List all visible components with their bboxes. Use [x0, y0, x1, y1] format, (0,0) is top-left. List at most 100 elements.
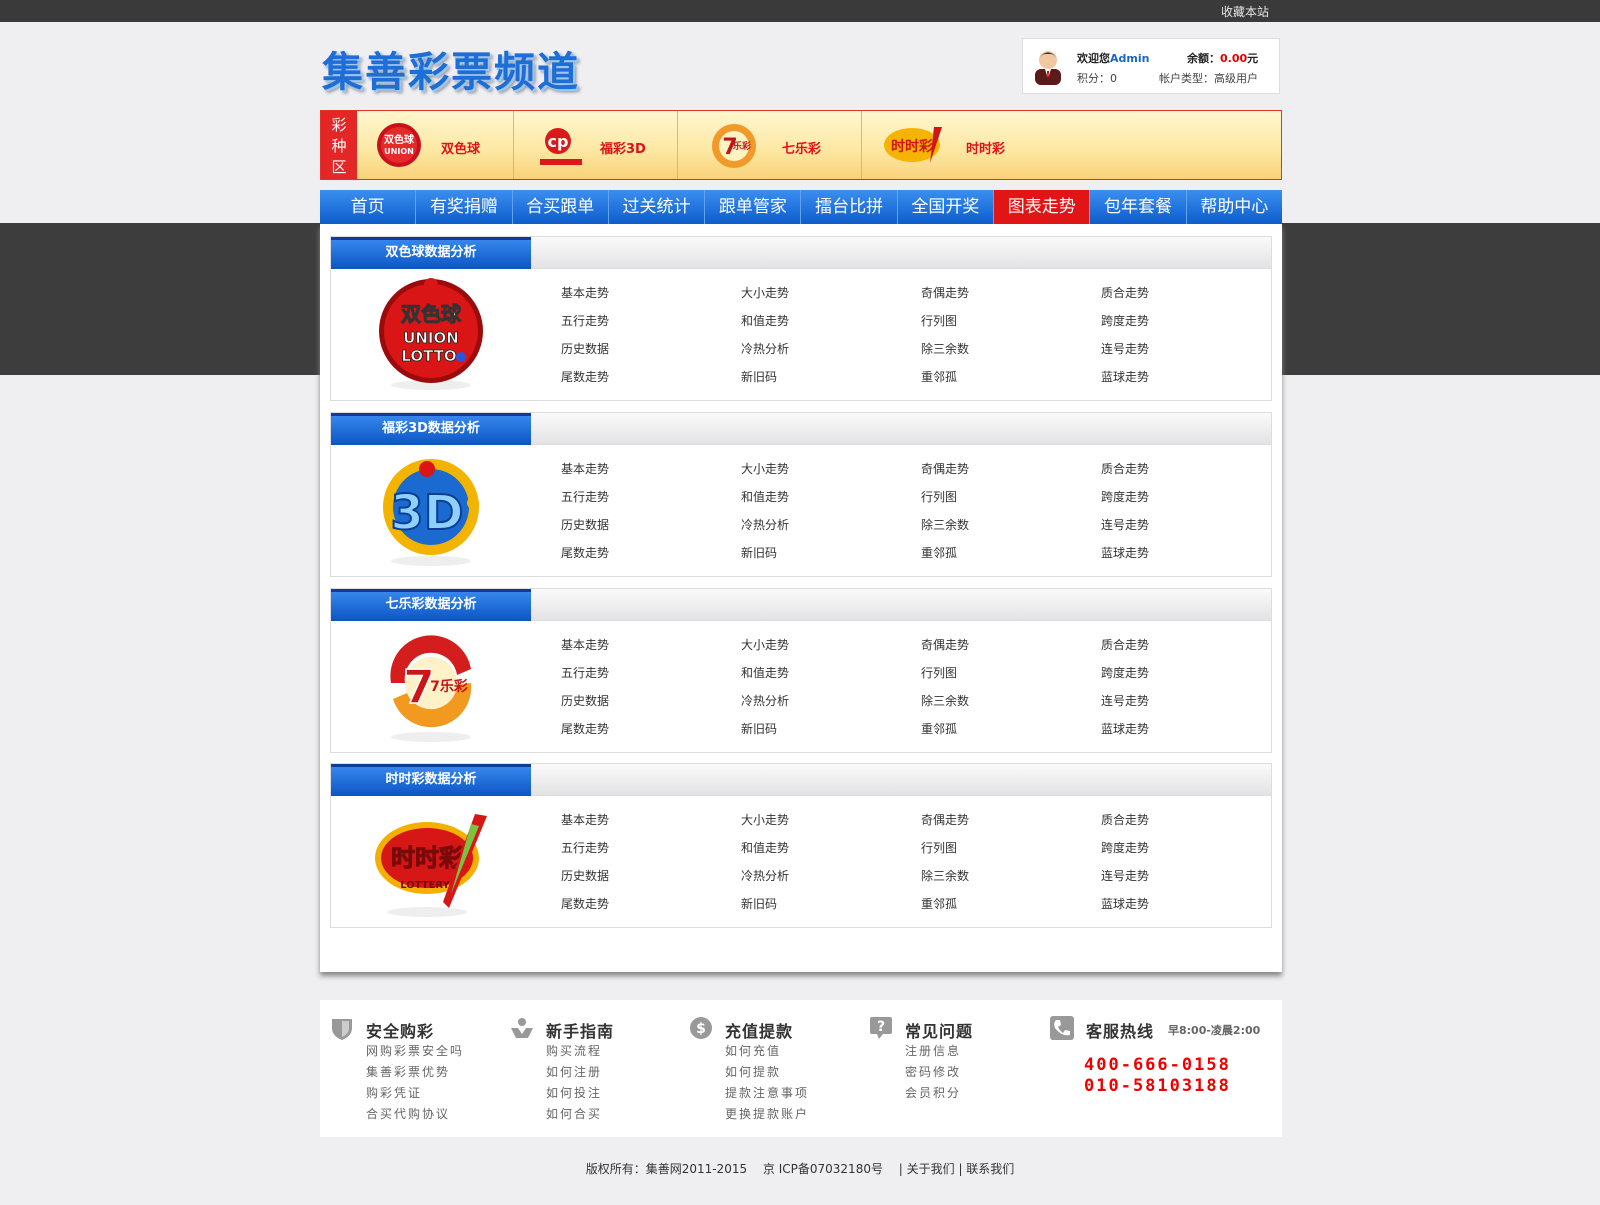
footer-link[interactable]: 密码修改: [905, 1063, 961, 1080]
link[interactable]: 基本走势: [561, 460, 609, 477]
nav-item-contest[interactable]: 擂台比拼: [801, 190, 898, 224]
footer-link[interactable]: 会员积分: [905, 1084, 961, 1101]
footer-link[interactable]: 如何注册: [546, 1063, 602, 1080]
link[interactable]: 行列图: [921, 839, 957, 856]
link[interactable]: 大小走势: [741, 460, 789, 477]
link[interactable]: 大小走势: [741, 284, 789, 301]
union-lotto-icon: 双色球 UNION: [377, 123, 421, 167]
link[interactable]: 新旧码: [741, 720, 777, 737]
user-name[interactable]: Admin: [1110, 52, 1149, 65]
lottery-item-union[interactable]: 双色球 UNION 双色球: [357, 111, 514, 179]
link[interactable]: 跨度走势: [1101, 664, 1149, 681]
link[interactable]: 跨度走势: [1101, 488, 1149, 505]
link[interactable]: 冷热分析: [741, 867, 789, 884]
link[interactable]: 历史数据: [561, 340, 609, 357]
nav-item-home[interactable]: 首页: [320, 190, 417, 224]
link[interactable]: 连号走势: [1101, 692, 1149, 709]
link[interactable]: 质合走势: [1101, 636, 1149, 653]
link[interactable]: 蓝球走势: [1101, 544, 1149, 561]
balance-unit: 元: [1247, 52, 1259, 65]
link[interactable]: 历史数据: [561, 867, 609, 884]
link[interactable]: 连号走势: [1101, 516, 1149, 533]
link[interactable]: 和值走势: [741, 488, 789, 505]
link[interactable]: 大小走势: [741, 636, 789, 653]
link[interactable]: 奇偶走势: [921, 811, 969, 828]
link[interactable]: 尾数走势: [561, 720, 609, 737]
link[interactable]: 历史数据: [561, 516, 609, 533]
link[interactable]: 蓝球走势: [1101, 895, 1149, 912]
link[interactable]: 和值走势: [741, 312, 789, 329]
link[interactable]: 奇偶走势: [921, 284, 969, 301]
link[interactable]: 除三余数: [921, 340, 969, 357]
footer-link[interactable]: 如何投注: [546, 1084, 602, 1101]
link[interactable]: 冷热分析: [741, 692, 789, 709]
link[interactable]: 新旧码: [741, 544, 777, 561]
link[interactable]: 连号走势: [1101, 340, 1149, 357]
copyright: 版权所有：集善网2011-2015 京 ICP备07032180号 | 关于我们…: [585, 1162, 1015, 1176]
site-logo[interactable]: 集善彩票频道: [322, 38, 580, 98]
link[interactable]: 质合走势: [1101, 460, 1149, 477]
link[interactable]: 五行走势: [561, 839, 609, 856]
link[interactable]: 重邻孤: [921, 544, 957, 561]
link[interactable]: 大小走势: [741, 811, 789, 828]
link[interactable]: 冷热分析: [741, 516, 789, 533]
link[interactable]: 重邻孤: [921, 895, 957, 912]
link[interactable]: 和值走势: [741, 664, 789, 681]
nav-item-annual[interactable]: 包年套餐: [1090, 190, 1187, 224]
nav-item-group-buy[interactable]: 合买跟单: [513, 190, 609, 224]
footer-link[interactable]: 如何充值: [725, 1042, 781, 1059]
lottery-item-3d[interactable]: cp 福彩3D: [514, 111, 678, 179]
link[interactable]: 跨度走势: [1101, 839, 1149, 856]
link[interactable]: 除三余数: [921, 692, 969, 709]
link[interactable]: 重邻孤: [921, 720, 957, 737]
lottery-item-7le[interactable]: 7 乐彩 七乐彩: [678, 111, 862, 179]
footer-link[interactable]: 网购彩票安全吗: [366, 1042, 464, 1059]
link[interactable]: 历史数据: [561, 692, 609, 709]
nav-item-help[interactable]: 帮助中心: [1187, 190, 1282, 224]
link[interactable]: 蓝球走势: [1101, 720, 1149, 737]
footer-link[interactable]: 更换提款账户: [725, 1105, 809, 1122]
lottery-item-ssc[interactable]: 时时彩 时时彩: [862, 111, 1282, 179]
link[interactable]: 除三余数: [921, 516, 969, 533]
nav-item-stats[interactable]: 过关统计: [609, 190, 706, 224]
footer-link[interactable]: 合买代购协议: [366, 1105, 450, 1122]
footer-link[interactable]: 如何合买: [546, 1105, 602, 1122]
footer-link[interactable]: 注册信息: [905, 1042, 961, 1059]
logo-sub: UNION: [403, 329, 459, 347]
link[interactable]: 冷热分析: [741, 340, 789, 357]
link[interactable]: 基本走势: [561, 284, 609, 301]
link[interactable]: 新旧码: [741, 368, 777, 385]
link[interactable]: 蓝球走势: [1101, 368, 1149, 385]
link[interactable]: 尾数走势: [561, 544, 609, 561]
link[interactable]: 尾数走势: [561, 895, 609, 912]
link[interactable]: 除三余数: [921, 867, 969, 884]
link[interactable]: 奇偶走势: [921, 460, 969, 477]
footer-link[interactable]: 如何提款: [725, 1063, 781, 1080]
nav-item-charts[interactable]: 图表走势: [994, 190, 1091, 224]
link[interactable]: 连号走势: [1101, 867, 1149, 884]
footer-link[interactable]: 提款注意事项: [725, 1084, 809, 1101]
link[interactable]: 行列图: [921, 488, 957, 505]
footer-link[interactable]: 购彩凭证: [366, 1084, 422, 1101]
link[interactable]: 尾数走势: [561, 368, 609, 385]
footer-link[interactable]: 购买流程: [546, 1042, 602, 1059]
link[interactable]: 五行走势: [561, 488, 609, 505]
nav-item-results[interactable]: 全国开奖: [898, 190, 995, 224]
link[interactable]: 质合走势: [1101, 284, 1149, 301]
link[interactable]: 奇偶走势: [921, 636, 969, 653]
link[interactable]: 跨度走势: [1101, 312, 1149, 329]
link[interactable]: 五行走势: [561, 312, 609, 329]
link[interactable]: 基本走势: [561, 636, 609, 653]
footer-link[interactable]: 集善彩票优势: [366, 1063, 450, 1080]
nav-item-donation[interactable]: 有奖捐赠: [416, 190, 513, 224]
link[interactable]: 行列图: [921, 664, 957, 681]
bookmark-link[interactable]: 收藏本站: [1221, 3, 1269, 20]
link[interactable]: 行列图: [921, 312, 957, 329]
link[interactable]: 质合走势: [1101, 811, 1149, 828]
link[interactable]: 重邻孤: [921, 368, 957, 385]
link[interactable]: 五行走势: [561, 664, 609, 681]
link[interactable]: 新旧码: [741, 895, 777, 912]
link[interactable]: 和值走势: [741, 839, 789, 856]
link[interactable]: 基本走势: [561, 811, 609, 828]
nav-item-follow[interactable]: 跟单管家: [705, 190, 802, 224]
